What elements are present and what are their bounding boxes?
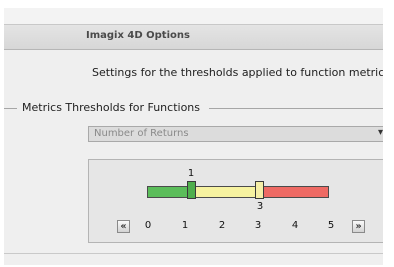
double-chevron-right-icon[interactable]: » <box>352 220 365 233</box>
low-range-segment <box>147 186 191 198</box>
scale-tick: 5 <box>327 220 335 231</box>
group-label: Metrics Thresholds for Functions <box>20 101 203 114</box>
group-border-left <box>4 108 17 109</box>
group-border-right <box>209 108 383 109</box>
options-dialog: Imagix 4D Options Settings for the thres… <box>4 8 383 265</box>
scale-tick: 1 <box>181 220 189 231</box>
scale-tick: 2 <box>218 220 226 231</box>
double-chevron-left-icon[interactable]: « <box>117 220 130 233</box>
scale-tick: 0 <box>144 220 152 231</box>
threshold-slider-panel: 1 3 « 0 1 2 3 4 5 » <box>88 159 383 243</box>
title-bar[interactable]: Imagix 4D Options <box>4 24 383 50</box>
chevron-down-icon[interactable]: ▾ <box>378 127 383 138</box>
page-description: Settings for the thresholds applied to f… <box>92 66 383 79</box>
window-top-strip <box>4 8 383 24</box>
footer-divider <box>4 253 383 254</box>
window-title: Imagix 4D Options <box>86 30 190 41</box>
high-threshold-handle[interactable] <box>255 181 264 199</box>
scale-tick: 4 <box>291 220 299 231</box>
metric-select-value: Number of Returns <box>94 128 189 139</box>
screen: Imagix 4D Options Settings for the thres… <box>0 0 394 267</box>
mid-range-segment <box>191 186 261 198</box>
low-threshold-value: 1 <box>187 168 195 179</box>
low-threshold-handle[interactable] <box>187 181 196 199</box>
high-threshold-value: 3 <box>256 201 264 212</box>
metric-select[interactable]: Number of Returns ▾ <box>88 126 383 142</box>
high-range-segment <box>261 186 329 198</box>
scale-tick: 3 <box>254 220 262 231</box>
